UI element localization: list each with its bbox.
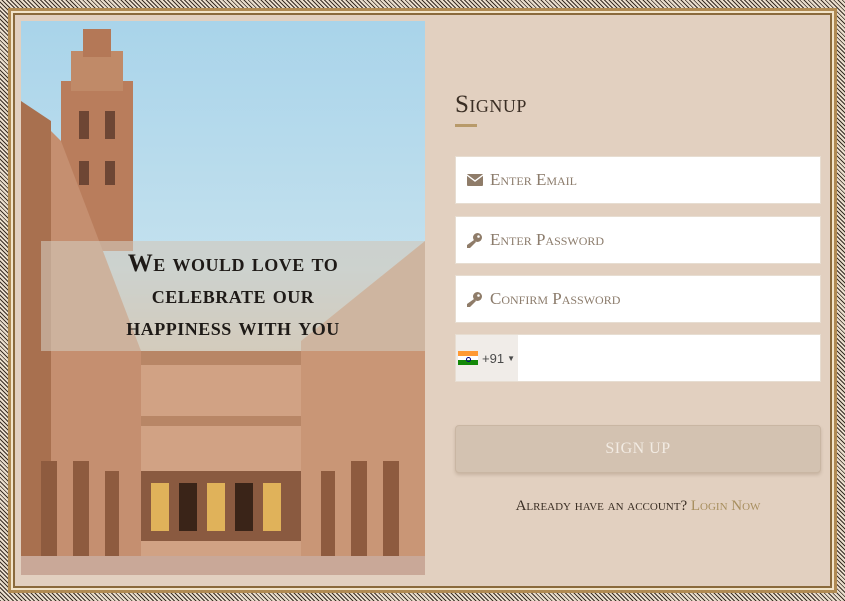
decorative-frame: We would love to celebrate our happiness… [0, 0, 845, 601]
phone-input[interactable] [518, 335, 820, 381]
hero-tagline-line-3: happiness with you [126, 314, 340, 341]
in-flag-icon [458, 351, 478, 366]
key-icon [460, 232, 490, 248]
envelope-icon [460, 174, 490, 186]
country-code-selector[interactable]: +91 ▼ [456, 335, 518, 381]
hero-tagline: We would love to celebrate our happiness… [41, 241, 425, 351]
signup-card: We would love to celebrate our happiness… [8, 8, 837, 593]
login-prompt-row: Already have an account? Login Now [455, 498, 821, 515]
password-field[interactable] [455, 216, 821, 264]
login-now-link[interactable]: Login Now [691, 498, 761, 514]
chevron-down-icon: ▼ [507, 353, 515, 363]
phone-field[interactable]: +91 ▼ [455, 334, 821, 382]
password-input[interactable] [490, 217, 820, 263]
email-input[interactable] [490, 157, 820, 203]
email-field[interactable] [455, 156, 821, 204]
dial-code: +91 [482, 350, 505, 366]
confirm-password-input[interactable] [490, 276, 820, 322]
page-title: Signup [455, 91, 527, 118]
hero-tagline-line-1: We would love to [127, 250, 339, 277]
signup-form: Signup Enter Email +91 ▼ SIGN UP Already… [425, 11, 834, 590]
key-icon [460, 291, 490, 307]
sign-up-button[interactable]: SIGN UP [455, 425, 821, 473]
hero-tagline-line-2: celebrate our [151, 282, 315, 309]
confirm-password-field[interactable] [455, 275, 821, 323]
login-prompt-text: Already have an account? [515, 498, 688, 514]
title-underline [455, 124, 477, 127]
